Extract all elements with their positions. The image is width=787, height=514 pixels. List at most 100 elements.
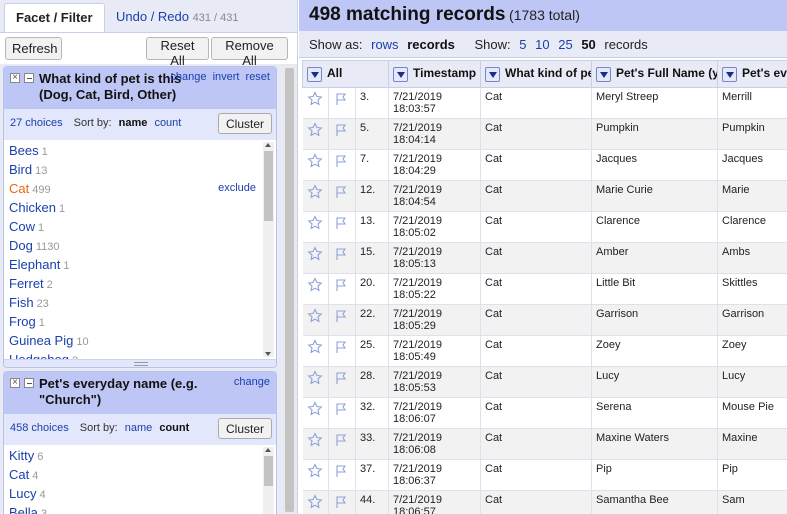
column-header-timestamp[interactable]: Timestamp [388, 60, 481, 88]
facet-scrollbar[interactable] [263, 447, 274, 514]
choices-count[interactable]: 458 choices [10, 422, 69, 434]
timestamp-cell[interactable]: 7/21/2019 18:04:54 [388, 180, 481, 212]
choices-count[interactable]: 27 choices [10, 117, 63, 129]
timestamp-cell[interactable]: 7/21/2019 18:05:53 [388, 366, 481, 398]
facet-choice[interactable]: Cat 4 [4, 465, 276, 484]
facet-resize-handle[interactable] [4, 359, 276, 367]
flag-icon[interactable] [333, 432, 349, 448]
kind-cell[interactable]: Cat [480, 304, 592, 336]
sort-count-option[interactable]: count [154, 117, 181, 129]
full-name-cell[interactable]: Clarence [591, 211, 718, 243]
collapse-icon[interactable] [24, 73, 34, 83]
kind-cell[interactable]: Cat [480, 273, 592, 305]
choice-name[interactable]: Lucy [9, 486, 36, 501]
facet-scrollbar[interactable] [263, 142, 274, 357]
everyday-name-cell[interactable]: Pip [717, 459, 787, 491]
timestamp-cell[interactable]: 7/21/2019 18:05:22 [388, 273, 481, 305]
page-size-10[interactable]: 10 [535, 37, 549, 52]
scroll-thumb[interactable] [264, 456, 273, 486]
timestamp-cell[interactable]: 7/21/2019 18:06:07 [388, 397, 481, 429]
facet-choice[interactable]: Frog 1 [4, 312, 276, 331]
choice-name[interactable]: Kitty [9, 448, 34, 463]
everyday-name-cell[interactable]: Ambs [717, 242, 787, 274]
flag-icon[interactable] [333, 370, 349, 386]
facet-choice[interactable]: Cow 1 [4, 217, 276, 236]
sort-name-option[interactable]: name [119, 117, 148, 129]
column-header-full-name[interactable]: Pet's Full Name (yo [591, 60, 718, 88]
facet-invert-link[interactable]: invert [213, 71, 240, 83]
exclude-link[interactable]: exclude [218, 179, 256, 198]
timestamp-cell[interactable]: 7/21/2019 18:04:29 [388, 149, 481, 181]
page-size-25[interactable]: 25 [558, 37, 572, 52]
everyday-name-cell[interactable]: Zoey [717, 335, 787, 367]
collapse-icon[interactable] [24, 378, 34, 388]
close-icon[interactable]: × [10, 378, 20, 388]
page-size-50[interactable]: 50 [581, 37, 595, 52]
flag-icon[interactable] [333, 494, 349, 510]
timestamp-cell[interactable]: 7/21/2019 18:05:13 [388, 242, 481, 274]
full-name-cell[interactable]: Serena [591, 397, 718, 429]
flag-icon[interactable] [333, 122, 349, 138]
flag-icon[interactable] [333, 184, 349, 200]
column-header-all[interactable]: All [302, 60, 389, 88]
full-name-cell[interactable]: Pip [591, 459, 718, 491]
full-name-cell[interactable]: Zoey [591, 335, 718, 367]
choice-name[interactable]: Frog [9, 314, 36, 329]
facet-choice[interactable]: Bird 13 [4, 160, 276, 179]
facet-choice[interactable]: Guinea Pig 10 [4, 331, 276, 350]
timestamp-cell[interactable]: 7/21/2019 18:05:29 [388, 304, 481, 336]
flag-icon[interactable] [333, 91, 349, 107]
facet-change-link[interactable]: change [170, 71, 206, 83]
kind-cell[interactable]: Cat [480, 366, 592, 398]
everyday-name-cell[interactable]: Pumpkin [717, 118, 787, 150]
cluster-button[interactable]: Cluster [217, 113, 272, 134]
dropdown-icon[interactable] [393, 66, 408, 82]
timestamp-cell[interactable]: 7/21/2019 18:04:14 [388, 118, 481, 150]
choice-name[interactable]: Bees [9, 143, 39, 158]
facet-choice[interactable]: Fish 23 [4, 293, 276, 312]
facet-choice[interactable]: Hedgehog2 [4, 350, 276, 359]
star-icon[interactable] [306, 215, 323, 231]
choice-name[interactable]: Ferret [9, 276, 44, 291]
full-name-cell[interactable]: Amber [591, 242, 718, 274]
refresh-button[interactable]: Refresh [5, 37, 62, 60]
star-icon[interactable] [306, 463, 323, 479]
star-icon[interactable] [306, 401, 323, 417]
show-as-rows-link[interactable]: rows [371, 37, 398, 52]
everyday-name-cell[interactable]: Maxine [717, 428, 787, 460]
panel-scroll-thumb[interactable] [285, 68, 294, 512]
full-name-cell[interactable]: Marie Curie [591, 180, 718, 212]
scroll-down-arrow[interactable] [265, 352, 271, 356]
kind-cell[interactable]: Cat [480, 87, 592, 119]
everyday-name-cell[interactable]: Lucy [717, 366, 787, 398]
star-icon[interactable] [306, 246, 323, 262]
kind-cell[interactable]: Cat [480, 428, 592, 460]
dropdown-icon[interactable] [722, 66, 737, 82]
choice-name[interactable]: Chicken [9, 200, 56, 215]
kind-cell[interactable]: Cat [480, 211, 592, 243]
star-icon[interactable] [306, 184, 323, 200]
sort-count-option[interactable]: count [159, 422, 189, 434]
dropdown-icon[interactable] [485, 66, 500, 82]
everyday-name-cell[interactable]: Skittles [717, 273, 787, 305]
kind-cell[interactable]: Cat [480, 242, 592, 274]
choice-name[interactable]: Hedgehog [9, 352, 69, 359]
timestamp-cell[interactable]: 7/21/2019 18:05:49 [388, 335, 481, 367]
everyday-name-cell[interactable]: Garrison [717, 304, 787, 336]
facet-choice[interactable]: Kitty 6 [4, 446, 276, 465]
flag-icon[interactable] [333, 153, 349, 169]
timestamp-cell[interactable]: 7/21/2019 18:03:57 [388, 87, 481, 119]
kind-cell[interactable]: Cat [480, 459, 592, 491]
facet-change-link[interactable]: change [234, 376, 270, 388]
facet-choice[interactable]: Dog 1130 [4, 236, 276, 255]
facet-choice[interactable]: Elephant 1 [4, 255, 276, 274]
choice-name[interactable]: Bird [9, 162, 32, 177]
star-icon[interactable] [306, 370, 323, 386]
close-icon[interactable]: × [10, 73, 20, 83]
star-icon[interactable] [306, 432, 323, 448]
panel-scrollbar[interactable] [283, 64, 296, 514]
full-name-cell[interactable]: Meryl Streep [591, 87, 718, 119]
choice-name[interactable]: Cat [9, 467, 29, 482]
kind-cell[interactable]: Cat [480, 490, 592, 514]
page-size-5[interactable]: 5 [519, 37, 526, 52]
